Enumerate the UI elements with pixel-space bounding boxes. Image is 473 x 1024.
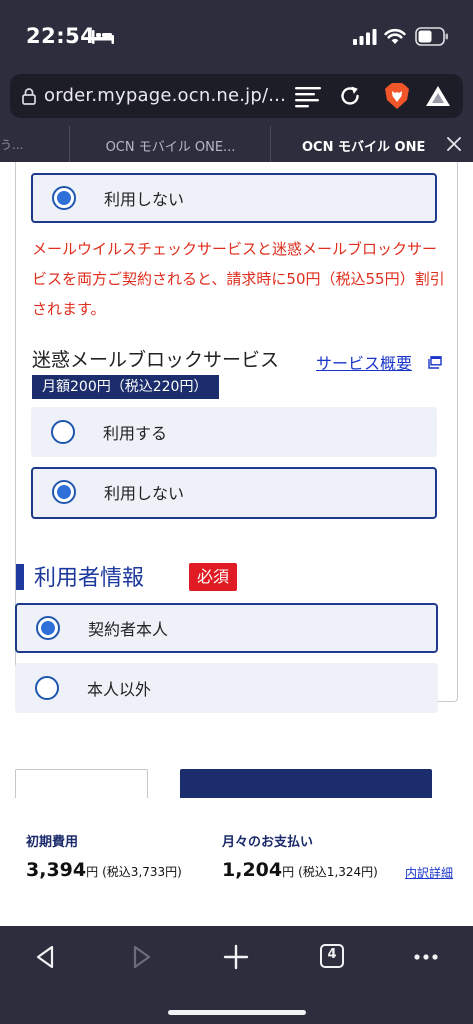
cellular-signal-icon (353, 29, 377, 45)
brave-rewards-icon[interactable] (425, 84, 451, 108)
required-badge: 必須 (189, 563, 237, 591)
new-tab-icon[interactable] (222, 944, 250, 970)
option-label: 契約者本人 (88, 620, 169, 639)
tab-partial[interactable]: う... (0, 126, 70, 162)
monthly-payment-amount: 1,204 (222, 859, 283, 881)
radio-button[interactable] (51, 420, 75, 444)
discount-notice: メールウイルスチェックサービスと迷惑メールブロックサービスを両方ご契約されると、… (32, 240, 445, 318)
virus-check-option-not-use[interactable]: 利用しない (31, 173, 437, 223)
initial-cost-unit: 円 (86, 865, 99, 879)
address-bar[interactable]: order.mypage.ocn.ne.jp/... (10, 74, 463, 118)
tab-strip: う... OCN モバイル ONE... OCN モバイル ONE (0, 126, 473, 162)
initial-cost-value: 3,394円 (税込3,733円) (26, 859, 182, 881)
option-label: 利用しない (104, 484, 185, 503)
initial-cost-label: 初期費用 (26, 835, 79, 850)
radio-button[interactable] (52, 186, 76, 210)
forward-icon[interactable] (127, 944, 155, 970)
service-overview-link[interactable]: サービス概要 (316, 350, 412, 374)
page-content: 利用しない メールウイルスチェックサービスと迷惑メールブロックサービスを両方ご契… (0, 162, 473, 798)
reader-mode-icon[interactable] (294, 84, 322, 108)
initial-cost-amount: 3,394 (26, 859, 87, 881)
next-button[interactable] (180, 769, 432, 798)
initial-cost-tax: (税込3,733円) (102, 865, 182, 879)
browser-chrome: 22:54 order.mypage.ocn.ne.jp/... う... OC… (0, 0, 473, 162)
back-button[interactable] (15, 769, 148, 798)
battery-icon (415, 27, 448, 46)
tab-ocn-inactive[interactable]: OCN モバイル ONE... (71, 126, 271, 162)
user-info-heading: 利用者情報 (34, 566, 145, 591)
radio-button[interactable] (35, 676, 59, 700)
external-window-icon (428, 356, 442, 369)
user-option-other[interactable]: 本人以外 (15, 663, 438, 713)
monthly-payment-label: 月々のお支払い (222, 835, 314, 850)
radio-button[interactable] (52, 480, 76, 504)
home-indicator (168, 1010, 306, 1015)
browser-toolbar: 4 (0, 926, 473, 1024)
option-label: 本人以外 (87, 680, 152, 699)
wifi-icon (384, 28, 406, 44)
status-time: 22:54 (26, 24, 96, 48)
close-tab-icon[interactable] (447, 137, 461, 151)
tab-ocn-active[interactable]: OCN モバイル ONE (272, 126, 473, 162)
lock-icon (22, 88, 36, 105)
more-menu-icon[interactable] (412, 944, 440, 970)
section-marker (16, 564, 24, 590)
service-price-badge: 月額200円（税込220円） (32, 375, 220, 399)
tab-count-button[interactable]: 4 (318, 942, 346, 970)
breakdown-link[interactable]: 内訳詳細 (405, 864, 453, 881)
back-icon[interactable] (32, 944, 60, 970)
sleep-focus-icon (92, 30, 114, 44)
monthly-payment-unit: 円 (282, 865, 295, 879)
url-text[interactable]: order.mypage.ocn.ne.jp/... (44, 85, 286, 106)
spam-block-option-not-use[interactable]: 利用しない (31, 467, 437, 519)
user-option-contractor[interactable]: 契約者本人 (15, 603, 438, 653)
status-bar: 22:54 (0, 0, 473, 70)
price-summary: 初期費用 3,394円 (税込3,733円) 月々のお支払い 1,204円 (税込1… (0, 798, 473, 926)
option-label: 利用する (103, 424, 168, 443)
tab-count: 4 (327, 947, 337, 962)
option-label: 利用しない (104, 190, 185, 209)
brave-shields-icon[interactable] (384, 82, 410, 110)
service-title: 迷惑メールブロックサービス (32, 349, 280, 371)
monthly-payment-tax: (税込1,324円) (298, 865, 378, 879)
spam-block-option-use[interactable]: 利用する (31, 407, 437, 457)
radio-button[interactable] (36, 616, 60, 640)
reload-icon[interactable] (338, 84, 362, 108)
monthly-payment-value: 1,204円 (税込1,324円) (222, 859, 378, 881)
